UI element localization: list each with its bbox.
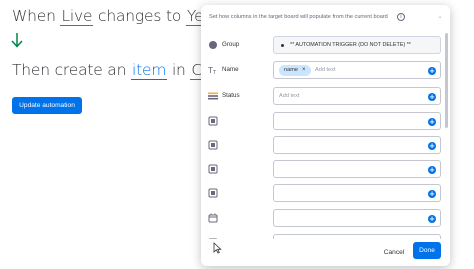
group-dot-icon xyxy=(209,41,217,49)
cancel-button[interactable]: Cancel xyxy=(377,244,411,260)
column-mapping-dialog: Set how columns in the target board will… xyxy=(201,5,450,266)
svg-text:T: T xyxy=(212,70,217,75)
date-column-icon xyxy=(208,213,218,223)
column-mapping-input[interactable]: + xyxy=(273,112,441,130)
group-select[interactable]: ** AUTOMATION TRIGGER (DO NOT DELETE) ** xyxy=(273,36,441,54)
mapping-row: + xyxy=(201,136,450,156)
add-column-button[interactable]: + xyxy=(428,189,436,198)
mapping-row: + xyxy=(201,209,450,229)
mapping-row: + xyxy=(201,112,450,132)
column-mapping-input[interactable]: + xyxy=(273,209,441,227)
add-text-placeholder: Add text xyxy=(279,93,300,99)
column-icon xyxy=(208,116,218,126)
sentence-prefix: When xyxy=(12,7,56,25)
column-mapping-list[interactable]: Group ** AUTOMATION TRIGGER (DO NOT DELE… xyxy=(201,29,450,239)
column-icon xyxy=(208,164,218,174)
mapping-row-name: T T Name name × Add text + xyxy=(201,61,450,81)
mapping-row: + xyxy=(201,160,450,180)
group-color-dot xyxy=(281,44,284,47)
action-item-field[interactable]: item xyxy=(130,61,168,80)
group-value: ** AUTOMATION TRIGGER (DO NOT DELETE) ** xyxy=(290,42,411,48)
dialog-description: Set how columns in the target board will… xyxy=(209,14,388,20)
sentence-middle: changes to xyxy=(98,7,182,25)
sentence-middle: in xyxy=(171,61,186,79)
add-column-button[interactable]: + xyxy=(428,92,436,101)
dialog-footer: Cancel Done xyxy=(201,239,450,266)
text-column-icon: T T xyxy=(208,66,217,75)
info-icon[interactable]: i xyxy=(397,13,405,21)
add-column-button[interactable]: + xyxy=(428,165,436,174)
add-column-button[interactable]: + xyxy=(428,117,436,126)
column-icon xyxy=(208,188,218,198)
chip-label: name xyxy=(284,67,298,73)
column-label: Status xyxy=(222,92,240,99)
close-icon[interactable]: × xyxy=(302,67,306,73)
mapping-row-group: Group ** AUTOMATION TRIGGER (DO NOT DELE… xyxy=(201,36,450,56)
name-mapping-input[interactable]: name × Add text + xyxy=(273,61,441,79)
add-column-button[interactable]: + xyxy=(428,141,436,150)
name-chip: name × xyxy=(279,65,311,76)
column-mapping-input[interactable]: + xyxy=(273,136,441,154)
status-column-icon xyxy=(208,92,218,100)
mapping-row: + xyxy=(201,184,450,204)
mapping-row-status: Status Add text + xyxy=(201,87,450,107)
column-label: Group xyxy=(222,41,240,48)
mouse-cursor-icon xyxy=(213,242,222,254)
done-button[interactable]: Done xyxy=(413,242,441,259)
add-text-placeholder: Add text xyxy=(315,67,336,73)
column-mapping-input[interactable]: + xyxy=(273,160,441,178)
add-column-button[interactable]: + xyxy=(428,214,436,223)
column-label: Name xyxy=(222,66,239,73)
update-automation-button[interactable]: Update automation xyxy=(12,97,82,114)
add-column-button[interactable]: + xyxy=(428,66,436,75)
drag-handle-icon[interactable]: ·· xyxy=(438,14,442,21)
column-mapping-input[interactable]: + xyxy=(273,184,441,202)
trigger-column-field[interactable]: Live xyxy=(60,7,94,26)
sentence-prefix: Then create an xyxy=(12,61,127,79)
arrow-down-icon xyxy=(11,33,23,48)
column-icon xyxy=(208,140,218,150)
automation-trigger-sentence: When Live changes to Yes xyxy=(12,7,213,26)
dialog-header: Set how columns in the target board will… xyxy=(201,5,450,29)
status-mapping-input[interactable]: Add text + xyxy=(273,87,441,105)
